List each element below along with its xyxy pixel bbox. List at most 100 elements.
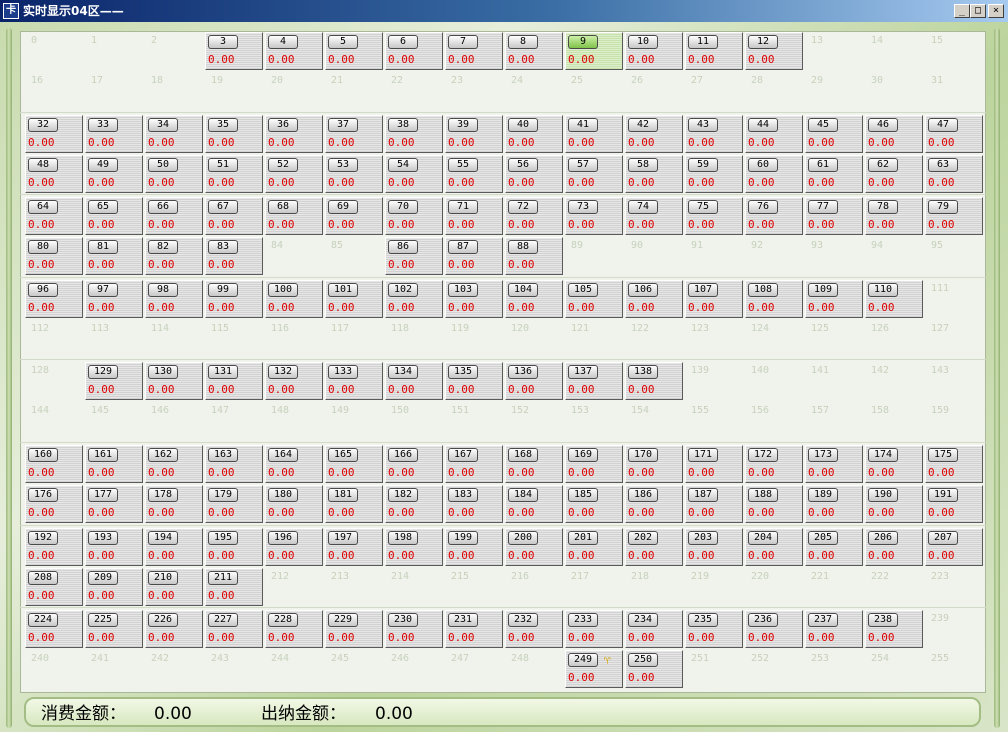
terminal-tile[interactable]: 177 0.00 [85, 485, 143, 523]
terminal-tile[interactable]: 76 0.00 [745, 197, 803, 235]
terminal-tile[interactable]: 161 0.00 [85, 445, 143, 483]
terminal-tile[interactable]: 167 0.00 [445, 445, 503, 483]
terminal-tile[interactable]: 226 0.00 [145, 610, 203, 648]
terminal-tile[interactable]: 230 0.00 [385, 610, 443, 648]
terminal-tile[interactable]: 48 0.00 [25, 155, 83, 193]
terminal-tile[interactable]: 65 0.00 [85, 197, 143, 235]
terminal-tile[interactable]: 105 0.00 [565, 280, 623, 318]
terminal-tile[interactable]: 184 0.00 [505, 485, 563, 523]
terminal-tile[interactable]: 33 0.00 [85, 115, 143, 153]
terminal-tile[interactable]: 133 0.00 [325, 362, 383, 400]
terminal-tile[interactable]: 163 0.00 [205, 445, 263, 483]
terminal-tile[interactable]: 54 0.00 [385, 155, 443, 193]
terminal-tile[interactable]: 130 0.00 [145, 362, 203, 400]
terminal-tile[interactable]: 98 0.00 [145, 280, 203, 318]
terminal-tile[interactable]: 9 0.00 [565, 32, 623, 70]
terminal-tile[interactable]: 103 0.00 [445, 280, 503, 318]
terminal-tile[interactable]: 249 0.00 ♈ [565, 650, 623, 688]
terminal-tile[interactable]: 195 0.00 [205, 528, 263, 566]
terminal-tile[interactable]: 187 0.00 [685, 485, 743, 523]
terminal-tile[interactable]: 37 0.00 [325, 115, 383, 153]
terminal-tile[interactable]: 202 0.00 [625, 528, 683, 566]
terminal-tile[interactable]: 186 0.00 [625, 485, 683, 523]
terminal-tile[interactable]: 34 0.00 [145, 115, 203, 153]
terminal-tile[interactable]: 172 0.00 [745, 445, 803, 483]
terminal-tile[interactable]: 178 0.00 [145, 485, 203, 523]
terminal-tile[interactable]: 83 0.00 [205, 237, 263, 275]
terminal-tile[interactable]: 181 0.00 [325, 485, 383, 523]
terminal-tile[interactable]: 208 0.00 [25, 568, 83, 606]
minimize-button[interactable]: _ [954, 4, 970, 18]
terminal-tile[interactable]: 38 0.00 [385, 115, 443, 153]
terminal-tile[interactable]: 78 0.00 [865, 197, 923, 235]
terminal-tile[interactable]: 227 0.00 [205, 610, 263, 648]
terminal-tile[interactable]: 132 0.00 [265, 362, 323, 400]
terminal-tile[interactable]: 183 0.00 [445, 485, 503, 523]
terminal-tile[interactable]: 80 0.00 [25, 237, 83, 275]
terminal-tile[interactable]: 45 0.00 [805, 115, 863, 153]
terminal-tile[interactable]: 171 0.00 [685, 445, 743, 483]
terminal-tile[interactable]: 79 0.00 [925, 197, 983, 235]
terminal-tile[interactable]: 60 0.00 [745, 155, 803, 193]
terminal-tile[interactable]: 228 0.00 [265, 610, 323, 648]
terminal-tile[interactable]: 206 0.00 [865, 528, 923, 566]
terminal-tile[interactable]: 207 0.00 [925, 528, 983, 566]
terminal-tile[interactable]: 160 0.00 [25, 445, 83, 483]
terminal-tile[interactable]: 193 0.00 [85, 528, 143, 566]
terminal-tile[interactable]: 250 0.00 [625, 650, 683, 688]
terminal-tile[interactable]: 170 0.00 [625, 445, 683, 483]
terminal-tile[interactable]: 189 0.00 [805, 485, 863, 523]
terminal-tile[interactable]: 236 0.00 [745, 610, 803, 648]
terminal-tile[interactable]: 200 0.00 [505, 528, 563, 566]
terminal-tile[interactable]: 211 0.00 [205, 568, 263, 606]
terminal-tile[interactable]: 192 0.00 [25, 528, 83, 566]
terminal-tile[interactable]: 162 0.00 [145, 445, 203, 483]
terminal-tile[interactable]: 7 0.00 [445, 32, 503, 70]
terminal-tile[interactable]: 40 0.00 [505, 115, 563, 153]
terminal-tile[interactable]: 198 0.00 [385, 528, 443, 566]
terminal-tile[interactable]: 234 0.00 [625, 610, 683, 648]
terminal-tile[interactable]: 203 0.00 [685, 528, 743, 566]
terminal-tile[interactable]: 81 0.00 [85, 237, 143, 275]
terminal-tile[interactable]: 57 0.00 [565, 155, 623, 193]
terminal-tile[interactable]: 232 0.00 [505, 610, 563, 648]
terminal-tile[interactable]: 32 0.00 [25, 115, 83, 153]
terminal-tile[interactable]: 56 0.00 [505, 155, 563, 193]
terminal-tile[interactable]: 180 0.00 [265, 485, 323, 523]
terminal-tile[interactable]: 165 0.00 [325, 445, 383, 483]
terminal-tile[interactable]: 10 0.00 [625, 32, 683, 70]
terminal-tile[interactable]: 88 0.00 [505, 237, 563, 275]
terminal-tile[interactable]: 188 0.00 [745, 485, 803, 523]
terminal-tile[interactable]: 4 0.00 [265, 32, 323, 70]
terminal-tile[interactable]: 42 0.00 [625, 115, 683, 153]
terminal-tile[interactable]: 62 0.00 [865, 155, 923, 193]
terminal-tile[interactable]: 71 0.00 [445, 197, 503, 235]
terminal-tile[interactable]: 82 0.00 [145, 237, 203, 275]
terminal-tile[interactable]: 164 0.00 [265, 445, 323, 483]
terminal-tile[interactable]: 58 0.00 [625, 155, 683, 193]
terminal-tile[interactable]: 191 0.00 [925, 485, 983, 523]
terminal-tile[interactable]: 135 0.00 [445, 362, 503, 400]
terminal-tile[interactable]: 106 0.00 [625, 280, 683, 318]
terminal-tile[interactable]: 194 0.00 [145, 528, 203, 566]
terminal-tile[interactable]: 166 0.00 [385, 445, 443, 483]
terminal-tile[interactable]: 55 0.00 [445, 155, 503, 193]
terminal-tile[interactable]: 49 0.00 [85, 155, 143, 193]
terminal-tile[interactable]: 69 0.00 [325, 197, 383, 235]
terminal-tile[interactable]: 190 0.00 [865, 485, 923, 523]
terminal-tile[interactable]: 229 0.00 [325, 610, 383, 648]
terminal-tile[interactable]: 238 0.00 [865, 610, 923, 648]
terminal-tile[interactable]: 36 0.00 [265, 115, 323, 153]
terminal-tile[interactable]: 108 0.00 [745, 280, 803, 318]
terminal-tile[interactable]: 224 0.00 [25, 610, 83, 648]
terminal-tile[interactable]: 104 0.00 [505, 280, 563, 318]
terminal-tile[interactable]: 138 0.00 [625, 362, 683, 400]
maximize-button[interactable]: □ [970, 4, 986, 18]
terminal-tile[interactable]: 182 0.00 [385, 485, 443, 523]
terminal-tile[interactable]: 131 0.00 [205, 362, 263, 400]
terminal-tile[interactable]: 41 0.00 [565, 115, 623, 153]
terminal-tile[interactable]: 197 0.00 [325, 528, 383, 566]
terminal-tile[interactable]: 66 0.00 [145, 197, 203, 235]
terminal-tile[interactable]: 204 0.00 [745, 528, 803, 566]
terminal-tile[interactable]: 101 0.00 [325, 280, 383, 318]
